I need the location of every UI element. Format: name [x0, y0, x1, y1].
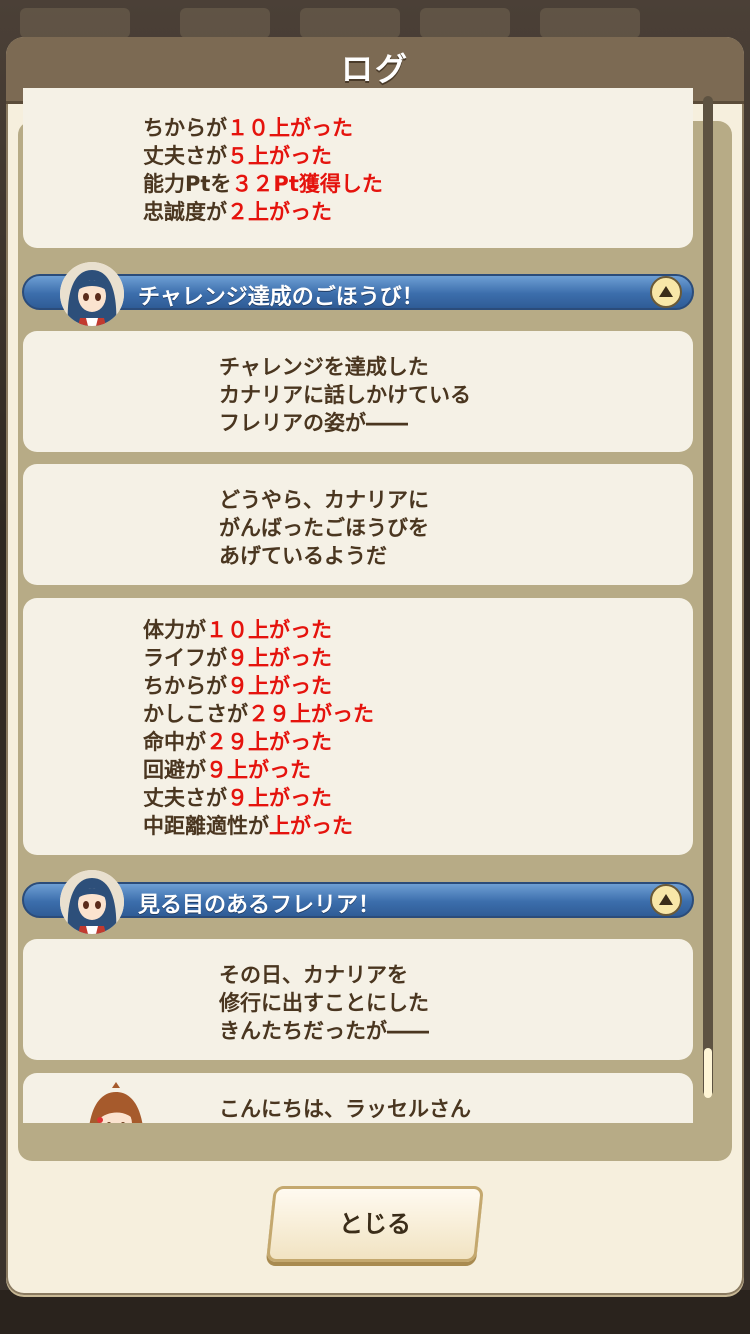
log-line: その日、カナリアを: [219, 963, 408, 987]
log-line: がんばったごほうびを: [219, 516, 429, 540]
stat-label: 命中が: [143, 730, 206, 754]
log-line: 丈夫さが９上がった: [143, 784, 374, 812]
log-line: チャレンジを達成した: [219, 355, 429, 379]
close-button-label: とじる: [339, 1210, 411, 1238]
log-card-stats: 体力が１０上がった ライフが９上がった ちからが９上がった かしこさが２９上がった 命中…: [23, 598, 693, 855]
stat-change-value: １０上がった: [206, 618, 332, 642]
scrollbar-track[interactable]: [703, 96, 713, 1096]
log-line: あげているようだ: [219, 544, 387, 568]
character-portrait-fureria: [60, 870, 124, 934]
stat-change-value: １０上がった: [227, 116, 353, 140]
log-line: 命中が２９上がった: [143, 728, 374, 756]
stat-change-value: ９上がった: [227, 674, 332, 698]
stat-change-value: ２９上がった: [206, 730, 332, 754]
stat-change-value: ３２Pt獲得した: [231, 172, 383, 196]
background-tab: [420, 8, 510, 38]
stat-label: ライフが: [143, 646, 227, 670]
log-line: ライフが９上がった: [143, 644, 374, 672]
log-line: カナリアに話しかけている: [219, 383, 471, 407]
stat-label: ちからが: [143, 116, 227, 140]
log-card-narration: チャレンジを達成したカナリアに話しかけている フレリアの姿が――: [23, 331, 693, 452]
log-card-narration: どうやら、カナリアに がんばったごほうびを あげているようだ: [23, 464, 693, 585]
stat-label: ちからが: [143, 674, 227, 698]
collapse-up-icon[interactable]: [650, 276, 682, 308]
stat-label: 丈夫さが: [143, 786, 227, 810]
log-line: 体力が１０上がった: [143, 616, 374, 644]
stat-change-value: ５上がった: [227, 144, 332, 168]
background-tab: [540, 8, 640, 38]
log-line: ちからが９上がった: [143, 672, 374, 700]
log-line: フレリアの姿が――: [219, 411, 408, 435]
close-button[interactable]: とじる: [266, 1186, 484, 1262]
log-line: どうやら、カナリアに: [219, 488, 429, 512]
stat-label: 回避が: [143, 758, 206, 782]
character-portrait-fureria: [60, 262, 124, 326]
log-line: こんにちは、ラッセルさん: [219, 1097, 471, 1121]
log-card-narration: その日、カナリアを 修行に出すことにした きんたちだったが――: [23, 939, 693, 1060]
log-card-stats: ちからが１０上がった 丈夫さが５上がった 能力Ptを３２Pt獲得した 忠誠度が２上がっ…: [23, 88, 693, 248]
stat-change-value: ２９上がった: [248, 702, 374, 726]
stat-label: 体力が: [143, 618, 206, 642]
section-title: 見る目のあるフレリア！: [138, 893, 381, 918]
stat-change-value: 上がった: [269, 814, 353, 838]
stat-label: 丈夫さが: [143, 144, 227, 168]
stat-change-value: ２上がった: [227, 200, 332, 224]
background-footer: [0, 1290, 750, 1334]
stat-change-value: ９上がった: [206, 758, 311, 782]
log-line: 丈夫さが５上がった: [143, 142, 383, 170]
section-title: チャレンジ達成のごほうび！: [138, 285, 424, 310]
stat-label: 能力Ptを: [143, 172, 232, 196]
log-list[interactable]: ちからが１０上がった 丈夫さが５上がった 能力Ptを３２Pt獲得した 忠誠度が２上がっ…: [22, 88, 702, 1123]
log-line: ちからが１０上がった: [143, 114, 383, 142]
stat-label: かしこさが: [143, 702, 248, 726]
log-line: 忠誠度が２上がった: [143, 198, 383, 226]
scrollbar-thumb[interactable]: [704, 1048, 712, 1098]
stat-change-value: ９上がった: [227, 646, 332, 670]
log-line: 中距離適性が上がった: [143, 812, 374, 840]
log-line: 能力Ptを３２Pt獲得した: [143, 170, 383, 198]
stat-change-value: ９上がった: [227, 786, 332, 810]
log-line: 回避が９上がった: [143, 756, 374, 784]
stat-label: 忠誠度が: [143, 200, 227, 224]
collapse-up-icon[interactable]: [650, 884, 682, 916]
background-tab: [300, 8, 400, 38]
log-line: 修行に出すことにした: [219, 991, 429, 1015]
log-line: きんたちだったが――: [219, 1019, 429, 1043]
background-tab: [20, 8, 130, 38]
stat-label: 中距離適性が: [143, 814, 269, 838]
background-tab: [180, 8, 270, 38]
log-line: かしこさが２９上がった: [143, 700, 374, 728]
